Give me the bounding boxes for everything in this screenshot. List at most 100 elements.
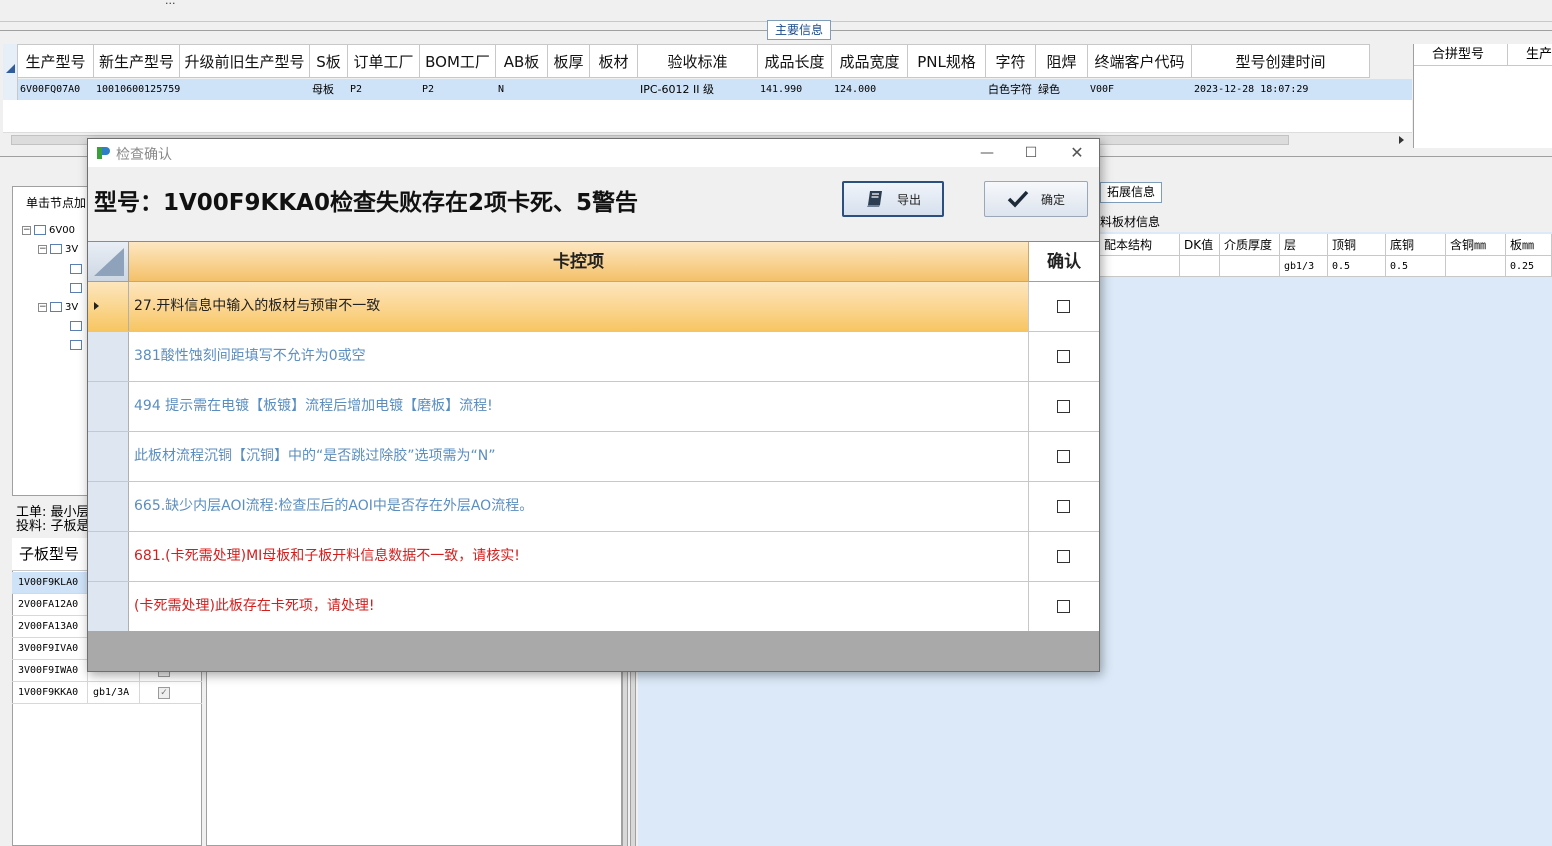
row-header[interactable] xyxy=(88,432,129,481)
ext-grid-col-header[interactable]: 介质厚度 xyxy=(1220,234,1280,256)
confirm-header[interactable]: 确认 xyxy=(1029,242,1099,282)
main-grid-col-header[interactable]: 成品长度 xyxy=(758,45,832,77)
main-grid-cell[interactable]: IPC-6012 II 级 xyxy=(638,79,758,100)
ext-grid-cell[interactable] xyxy=(1220,256,1280,277)
check-item-row[interactable]: 665.缺少内层AOI流程:检查压后的AOI中是否存在外层AO流程。 xyxy=(88,482,1099,532)
ext-grid-cell[interactable]: 0.5 xyxy=(1328,256,1386,277)
row-header[interactable] xyxy=(88,382,129,431)
main-grid-col-header[interactable]: 订单工厂 xyxy=(348,45,420,77)
row-header[interactable] xyxy=(88,332,129,381)
main-grid-col-header[interactable]: PNL规格 xyxy=(908,45,986,77)
confirm-checkbox[interactable] xyxy=(1057,600,1070,613)
main-grid-col-header[interactable]: 阻焊 xyxy=(1036,45,1088,77)
main-info-tab[interactable]: 主要信息 xyxy=(767,20,832,40)
ext-grid-cell[interactable] xyxy=(1100,256,1180,277)
confirm-checkbox[interactable] xyxy=(1057,300,1070,313)
main-grid-empty xyxy=(3,100,1412,132)
main-grid-col-header[interactable]: 成品宽度 xyxy=(832,45,908,77)
main-grid-col-header[interactable]: 型号创建时间 xyxy=(1192,45,1370,77)
main-grid-cell[interactable]: 2023-12-28 18:07:29 xyxy=(1192,79,1370,100)
main-grid-col-header[interactable]: 字符 xyxy=(986,45,1036,77)
control-item-header[interactable]: 卡控项 xyxy=(129,242,1029,282)
select-all-corner[interactable] xyxy=(88,242,129,282)
ext-grid-cell[interactable] xyxy=(1446,256,1506,277)
main-grid-cell[interactable]: 母板 xyxy=(310,79,348,100)
ext-grid-col-header[interactable]: 层 xyxy=(1280,234,1328,256)
vertical-splitter[interactable] xyxy=(622,660,628,846)
tree-leaf[interactable] xyxy=(70,264,85,275)
row-header[interactable] xyxy=(88,532,129,581)
main-grid-cell[interactable] xyxy=(548,79,590,100)
main-grid-col-header[interactable]: 新生产型号 xyxy=(94,45,180,77)
confirm-checkbox[interactable] xyxy=(1057,450,1070,463)
ext-grid-cell[interactable]: 0.5 xyxy=(1386,256,1446,277)
scroll-right-icon[interactable] xyxy=(1399,136,1404,144)
check-item-row[interactable]: 381酸性蚀刻间距填写不允许为0或空 xyxy=(88,332,1099,382)
confirm-button[interactable]: 确定 xyxy=(984,181,1088,217)
main-grid-col-header[interactable]: S板 xyxy=(310,45,348,77)
ext-grid-col-header[interactable]: 含铜㎜ xyxy=(1446,234,1506,256)
main-grid-cell[interactable] xyxy=(908,79,986,100)
tree-leaf[interactable] xyxy=(70,283,85,294)
export-button[interactable]: 导出 xyxy=(842,181,944,217)
ext-grid-cell[interactable]: gb1/3 xyxy=(1280,256,1328,277)
main-grid-col-header[interactable]: 板材 xyxy=(590,45,638,77)
main-grid-cell[interactable]: V00F xyxy=(1088,79,1192,100)
main-grid-row[interactable]: 6V00FQ07A0 10010600125759 母板 P2 P2 N IPC-6012 … xyxy=(18,79,1412,100)
dialog-title: 检查确认 xyxy=(116,147,172,163)
confirm-checkbox[interactable] xyxy=(1057,550,1070,563)
sub-board-checkbox[interactable]: ✓ xyxy=(158,687,170,699)
row-header[interactable] xyxy=(88,582,129,631)
main-grid-cell[interactable]: 白色字符 xyxy=(986,79,1036,100)
ext-grid-cell[interactable] xyxy=(1180,256,1220,277)
confirm-checkbox[interactable] xyxy=(1057,500,1070,513)
ext-grid-col-header[interactable]: DK值 xyxy=(1180,234,1220,256)
tree-node-child[interactable]: −3V xyxy=(38,244,78,255)
ext-grid-row[interactable]: gb1/3 0.5 0.5 0.25 xyxy=(1100,256,1552,277)
main-grid-col-header[interactable]: 板厚 xyxy=(548,45,590,77)
main-grid-cell[interactable]: 6V00FQ07A0 xyxy=(18,79,94,100)
ext-grid-col-header[interactable]: 配本结构 xyxy=(1100,234,1180,256)
sub-board-row[interactable]: 1V00F9KKA0 gb1/3A ✓ xyxy=(12,682,202,704)
vertical-splitter[interactable] xyxy=(630,660,636,846)
main-grid-cell[interactable]: 141.990 xyxy=(758,79,832,100)
confirm-checkbox[interactable] xyxy=(1057,400,1070,413)
main-grid-cell[interactable] xyxy=(180,79,310,100)
ext-grid-col-header[interactable]: 底铜 xyxy=(1386,234,1446,256)
minimize-icon[interactable]: — xyxy=(975,143,999,163)
check-item-row[interactable]: (卡死需处理)此板存在卡死项，请处理! xyxy=(88,582,1099,632)
close-icon[interactable]: ✕ xyxy=(1065,143,1089,163)
tree-leaf[interactable] xyxy=(70,321,85,332)
app-logo-icon xyxy=(97,147,110,159)
main-grid-col-header[interactable]: 生产型号 xyxy=(18,45,94,77)
main-grid-col-header[interactable]: 终端客户代码 xyxy=(1088,45,1192,77)
ext-grid-col-header[interactable]: 板㎜ xyxy=(1506,234,1552,256)
row-header[interactable] xyxy=(88,482,129,531)
confirm-checkbox[interactable] xyxy=(1057,350,1070,363)
row-header[interactable] xyxy=(88,282,129,331)
tree-node-child[interactable]: −3V xyxy=(38,302,78,313)
maximize-icon[interactable]: ☐ xyxy=(1019,143,1043,163)
check-item-row[interactable]: 494 提示需在电镀【板镀】流程后增加电镀【磨板】流程! xyxy=(88,382,1099,432)
main-grid-col-header[interactable]: BOM工厂 xyxy=(420,45,496,77)
main-grid-cell[interactable]: P2 xyxy=(348,79,420,100)
dialog-titlebar[interactable]: 检查确认 — ☐ ✕ xyxy=(88,139,1099,167)
check-item-row[interactable]: 681.(卡死需处理)MI母板和子板开料信息数据不一致，请核实! xyxy=(88,532,1099,582)
ext-grid-cell[interactable]: 0.25 xyxy=(1506,256,1552,277)
tree-node-root[interactable]: −6V00 xyxy=(22,225,75,236)
main-grid-col-header[interactable]: 验收标准 xyxy=(638,45,758,77)
main-grid-cell[interactable]: N xyxy=(496,79,548,100)
ext-info-tab[interactable]: 拓展信息 xyxy=(1100,182,1163,203)
main-grid-cell[interactable]: P2 xyxy=(420,79,496,100)
main-grid-col-header[interactable]: 升级前旧生产型号 xyxy=(180,45,310,77)
combined-model-header: 合拼型号 xyxy=(1414,44,1508,65)
ext-grid-col-header[interactable]: 顶铜 xyxy=(1328,234,1386,256)
check-item-row[interactable]: 此板材流程沉铜【沉铜】中的“是否跳过除胶”选项需为“N” xyxy=(88,432,1099,482)
main-grid-cell[interactable]: 124.000 xyxy=(832,79,908,100)
main-grid-cell[interactable] xyxy=(590,79,638,100)
tree-leaf[interactable] xyxy=(70,340,85,351)
main-grid-cell[interactable]: 10010600125759 xyxy=(94,79,180,100)
main-grid-col-header[interactable]: AB板 xyxy=(496,45,548,77)
check-item-row[interactable]: 27.开料信息中输入的板材与预审不一致 xyxy=(88,282,1099,332)
main-grid-cell[interactable]: 绿色 xyxy=(1036,79,1088,100)
